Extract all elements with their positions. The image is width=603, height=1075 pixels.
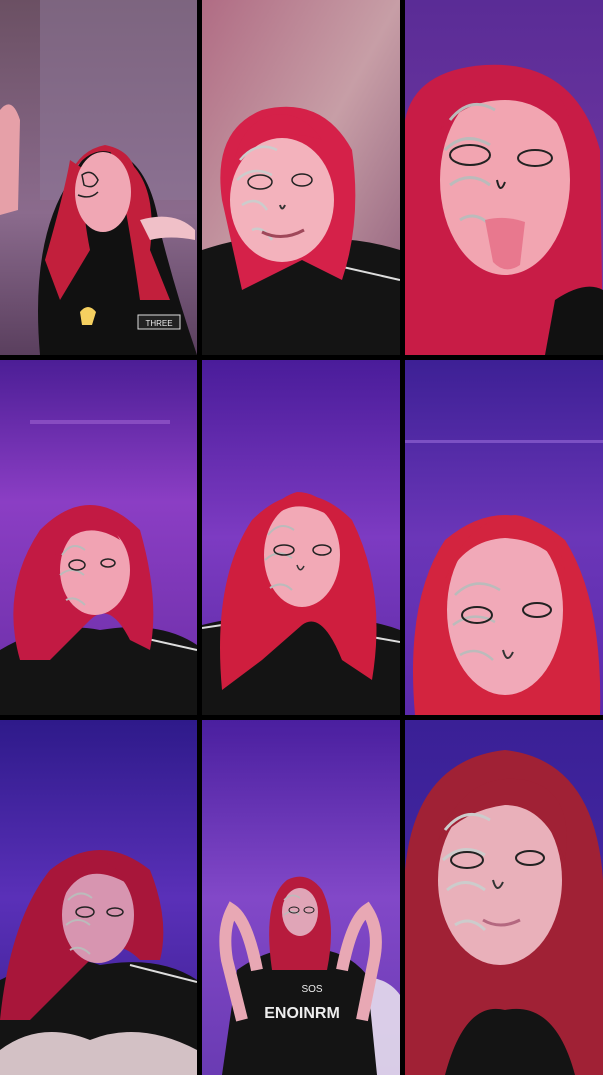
- photo-tile-r3c1: [0, 720, 197, 1075]
- selfie-photo: [202, 360, 400, 715]
- selfie-photo: ENOINRM SOS: [202, 720, 400, 1075]
- selfie-photo: [0, 360, 197, 715]
- selfie-photo: [202, 0, 400, 355]
- photo-tile-r3c2: ENOINRM SOS: [202, 720, 400, 1075]
- svg-text:SOS: SOS: [301, 984, 322, 995]
- selfie-photo: [405, 0, 603, 355]
- selfie-photo: [405, 360, 603, 715]
- photo-tile-r2c1: [0, 360, 197, 715]
- photo-tile-r1c1: THREE: [0, 0, 197, 355]
- photo-tile-r2c3: [405, 360, 603, 715]
- photo-tile-r2c2: [202, 360, 400, 715]
- photo-collage: THREE ENOINRM SOS: [0, 0, 603, 1075]
- photo-tile-r1c2: [202, 0, 400, 355]
- selfie-photo: THREE: [0, 0, 197, 355]
- selfie-photo: [0, 720, 197, 1075]
- svg-text:ENOINRM: ENOINRM: [264, 1005, 340, 1022]
- photo-tile-r3c3: [405, 720, 603, 1075]
- selfie-photo: [405, 720, 603, 1075]
- photo-tile-r1c3: [405, 0, 603, 355]
- svg-text:THREE: THREE: [145, 319, 172, 328]
